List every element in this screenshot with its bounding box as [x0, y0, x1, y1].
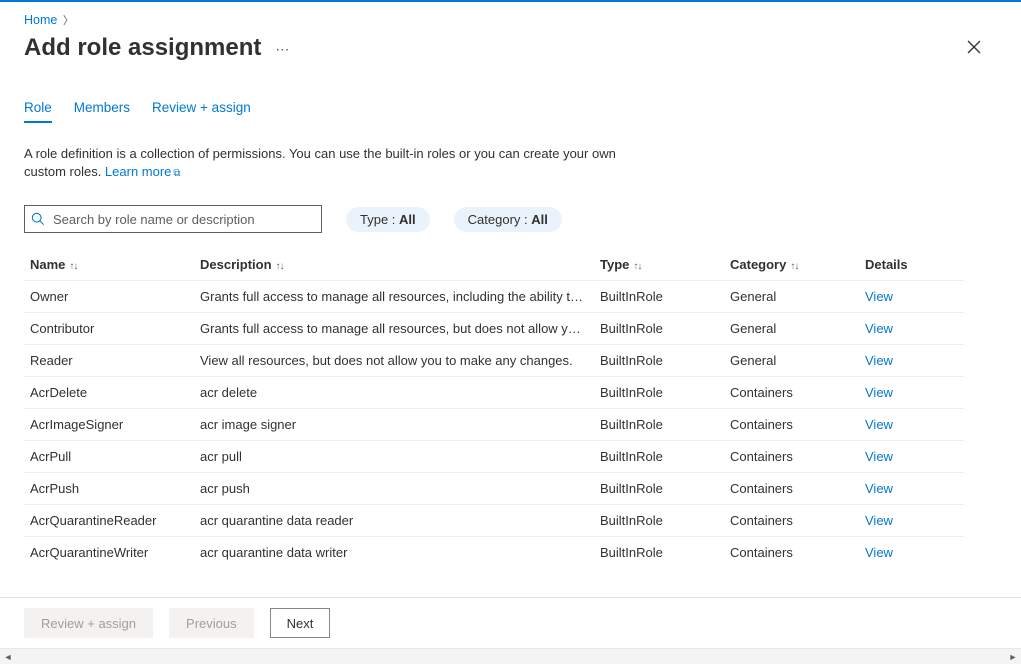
description-text: A role definition is a collection of per…	[24, 145, 644, 181]
table-row[interactable]: ContributorGrants full access to manage …	[24, 312, 964, 344]
tab-members[interactable]: Members	[74, 96, 130, 123]
learn-more-link[interactable]: Learn more⧉	[105, 164, 181, 179]
cell-name: Owner	[30, 289, 200, 304]
tab-role[interactable]: Role	[24, 96, 52, 123]
table-row[interactable]: AcrQuarantineReaderacr quarantine data r…	[24, 504, 964, 536]
page-title: Add role assignment	[24, 34, 261, 62]
more-actions-button[interactable]: ⋯	[271, 37, 295, 62]
previous-button: Previous	[169, 608, 254, 638]
table-row[interactable]: AcrImageSigneracr image signerBuiltInRol…	[24, 408, 964, 440]
sort-icon: ↑↓	[633, 261, 641, 272]
close-icon[interactable]	[961, 34, 987, 65]
table-row[interactable]: OwnerGrants full access to manage all re…	[24, 280, 964, 312]
roles-table: Name↑↓ Description↑↓ Type↑↓ Category↑↓ D…	[24, 249, 964, 568]
breadcrumb-home[interactable]: Home	[24, 13, 57, 27]
cell-category: Containers	[730, 513, 865, 528]
table-header-row: Name↑↓ Description↑↓ Type↑↓ Category↑↓ D…	[24, 249, 964, 280]
review-assign-button: Review + assign	[24, 608, 153, 638]
scroll-right-icon[interactable]: ►	[1005, 649, 1021, 664]
horizontal-scrollbar[interactable]: ◄ ►	[0, 648, 1021, 664]
tab-review-assign[interactable]: Review + assign	[152, 96, 251, 123]
view-details-link[interactable]: View	[865, 481, 893, 496]
filter-type-value: All	[399, 212, 416, 227]
search-input-container[interactable]	[24, 205, 322, 233]
cell-name: AcrQuarantineReader	[30, 513, 200, 528]
cell-category: Containers	[730, 417, 865, 432]
cell-type: BuiltInRole	[600, 449, 730, 464]
filter-category-label: Category :	[468, 212, 532, 227]
cell-type: BuiltInRole	[600, 481, 730, 496]
cell-description: acr delete	[200, 385, 600, 400]
filter-type-pill[interactable]: Type : All	[346, 207, 430, 232]
col-header-description[interactable]: Description↑↓	[200, 257, 600, 272]
col-header-type[interactable]: Type↑↓	[600, 257, 730, 272]
cell-category: Containers	[730, 545, 865, 560]
cell-name: AcrDelete	[30, 385, 200, 400]
cell-name: Contributor	[30, 321, 200, 336]
cell-description: Grants full access to manage all resourc…	[200, 289, 600, 304]
cell-category: Containers	[730, 385, 865, 400]
cell-category: Containers	[730, 481, 865, 496]
cell-type: BuiltInRole	[600, 513, 730, 528]
next-button[interactable]: Next	[270, 608, 331, 638]
table-row[interactable]: AcrPullacr pullBuiltInRoleContainersView	[24, 440, 964, 472]
cell-description: acr pull	[200, 449, 600, 464]
table-row[interactable]: AcrQuarantineWriteracr quarantine data w…	[24, 536, 964, 568]
view-details-link[interactable]: View	[865, 417, 893, 432]
cell-category: Containers	[730, 449, 865, 464]
table-row[interactable]: AcrDeleteacr deleteBuiltInRoleContainers…	[24, 376, 964, 408]
content-scroll[interactable]: Role Members Review + assign A role defi…	[0, 66, 1021, 597]
cell-description: View all resources, but does not allow y…	[200, 353, 600, 368]
cell-description: acr quarantine data reader	[200, 513, 600, 528]
breadcrumb: Home 〉	[0, 2, 1021, 30]
table-row[interactable]: AcrPushacr pushBuiltInRoleContainersView	[24, 472, 964, 504]
cell-type: BuiltInRole	[600, 545, 730, 560]
cell-name: AcrQuarantineWriter	[30, 545, 200, 560]
cell-type: BuiltInRole	[600, 321, 730, 336]
filter-type-label: Type :	[360, 212, 399, 227]
cell-name: AcrPull	[30, 449, 200, 464]
search-input[interactable]	[51, 211, 315, 228]
cell-description: Grants full access to manage all resourc…	[200, 321, 600, 336]
cell-description: acr push	[200, 481, 600, 496]
cell-category: General	[730, 321, 865, 336]
col-header-name[interactable]: Name↑↓	[30, 257, 200, 272]
cell-description: acr quarantine data writer	[200, 545, 600, 560]
search-icon	[31, 212, 45, 226]
cell-name: Reader	[30, 353, 200, 368]
filter-category-pill[interactable]: Category : All	[454, 207, 562, 232]
col-header-details: Details	[865, 257, 965, 272]
cell-name: AcrImageSigner	[30, 417, 200, 432]
view-details-link[interactable]: View	[865, 449, 893, 464]
scroll-left-icon[interactable]: ◄	[0, 649, 16, 664]
table-row[interactable]: ReaderView all resources, but does not a…	[24, 344, 964, 376]
chevron-right-icon: 〉	[63, 15, 74, 27]
cell-category: General	[730, 289, 865, 304]
view-details-link[interactable]: View	[865, 513, 893, 528]
cell-type: BuiltInRole	[600, 289, 730, 304]
view-details-link[interactable]: View	[865, 385, 893, 400]
external-link-icon: ⧉	[173, 168, 180, 179]
view-details-link[interactable]: View	[865, 321, 893, 336]
view-details-link[interactable]: View	[865, 289, 893, 304]
cell-type: BuiltInRole	[600, 417, 730, 432]
cell-type: BuiltInRole	[600, 385, 730, 400]
cell-category: General	[730, 353, 865, 368]
cell-type: BuiltInRole	[600, 353, 730, 368]
col-header-category[interactable]: Category↑↓	[730, 257, 865, 272]
view-details-link[interactable]: View	[865, 353, 893, 368]
view-details-link[interactable]: View	[865, 545, 893, 560]
filter-category-value: All	[531, 212, 548, 227]
sort-icon: ↑↓	[69, 261, 77, 272]
tab-bar: Role Members Review + assign	[24, 96, 997, 123]
cell-name: AcrPush	[30, 481, 200, 496]
footer-bar: Review + assign Previous Next	[0, 597, 1021, 648]
sort-icon: ↑↓	[790, 261, 798, 272]
sort-icon: ↑↓	[276, 261, 284, 272]
cell-description: acr image signer	[200, 417, 600, 432]
